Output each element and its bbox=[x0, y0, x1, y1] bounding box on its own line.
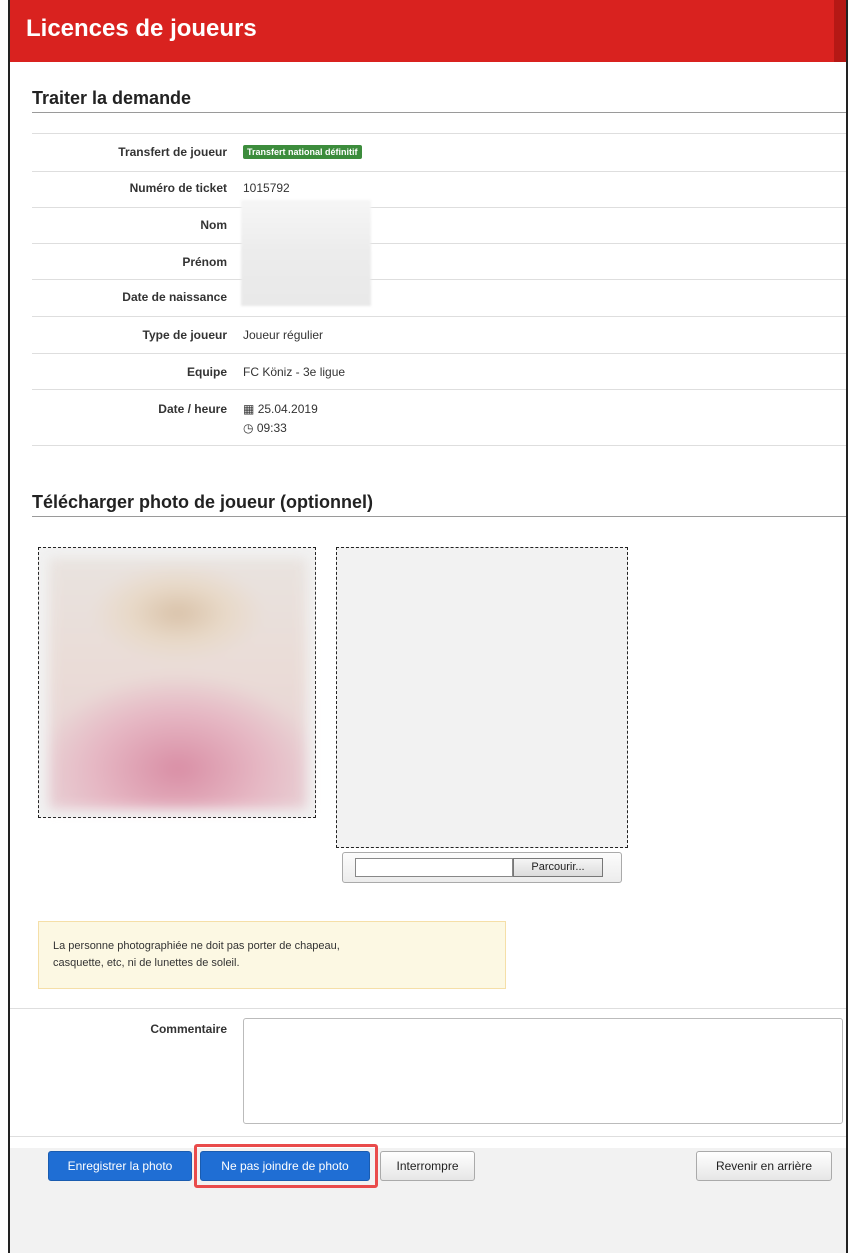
skip-button-highlight bbox=[194, 1144, 378, 1188]
row-divider bbox=[10, 1136, 846, 1137]
section-title-photo: Télécharger photo de joueur (optionnel) bbox=[32, 492, 374, 512]
section-title-request: Traiter la demande bbox=[32, 88, 192, 108]
calendar-icon: ▦ bbox=[243, 402, 255, 416]
value-ticket: 1015792 bbox=[243, 181, 290, 195]
upload-preview-box[interactable] bbox=[336, 547, 628, 848]
redacted-personal-data bbox=[241, 200, 371, 306]
header-edge bbox=[834, 0, 846, 62]
browse-button[interactable]: Parcourir... bbox=[513, 858, 603, 877]
row-divider bbox=[32, 171, 846, 172]
clock-icon: ◷ bbox=[243, 421, 254, 435]
row-divider bbox=[32, 279, 846, 280]
label-transfer: Transfert de joueur bbox=[118, 145, 227, 159]
notice-line-2: casquette, etc, ni de lunettes de soleil… bbox=[53, 957, 240, 969]
current-photo-box bbox=[38, 547, 316, 818]
player-photo bbox=[49, 558, 307, 809]
save-photo-button[interactable]: Enregistrer la photo bbox=[48, 1151, 192, 1181]
photo-notice: La personne photographiée ne doit pas po… bbox=[38, 921, 506, 989]
label-nom: Nom bbox=[200, 218, 227, 232]
app-header: Licences de joueurs bbox=[10, 0, 846, 62]
value-team: FC Köniz - 3e ligue bbox=[243, 365, 346, 379]
time-text: 09:33 bbox=[256, 421, 287, 435]
row-divider bbox=[32, 133, 846, 134]
date-text: 25.04.2019 bbox=[257, 402, 318, 416]
file-path-field[interactable] bbox=[355, 858, 513, 877]
label-player-type: Type de joueur bbox=[142, 328, 227, 342]
section-divider bbox=[32, 112, 846, 113]
value-player-type: Joueur régulier bbox=[243, 328, 324, 342]
row-divider bbox=[10, 1008, 846, 1009]
app-title: Licences de joueurs bbox=[26, 15, 257, 42]
row-divider bbox=[32, 316, 846, 317]
cancel-button[interactable]: Interrompre bbox=[380, 1151, 475, 1181]
app-frame: Licences de joueurs Traiter la demande T… bbox=[8, 0, 848, 1253]
row-divider bbox=[32, 243, 846, 244]
value-time: ◷ 09:33 bbox=[243, 421, 287, 435]
label-datetime: Date / heure bbox=[158, 402, 227, 416]
row-divider bbox=[32, 353, 846, 354]
row-divider bbox=[32, 389, 846, 390]
section-divider bbox=[32, 516, 846, 517]
label-ticket: Numéro de ticket bbox=[129, 181, 227, 195]
notice-line-1: La personne photographiée ne doit pas po… bbox=[53, 940, 340, 952]
back-button[interactable]: Revenir en arrière bbox=[696, 1151, 832, 1181]
label-prenom: Prénom bbox=[182, 255, 227, 269]
label-comment: Commentaire bbox=[150, 1022, 227, 1036]
transfer-type-badge: Transfert national définitif bbox=[243, 145, 362, 159]
comment-textarea[interactable] bbox=[243, 1018, 843, 1124]
label-team: Equipe bbox=[186, 365, 227, 379]
row-divider bbox=[32, 207, 846, 208]
label-birthdate: Date de naissance bbox=[122, 290, 227, 304]
file-upload-control[interactable]: Parcourir... bbox=[342, 852, 622, 883]
value-date: ▦ 25.04.2019 bbox=[243, 402, 318, 416]
row-divider bbox=[32, 445, 846, 446]
